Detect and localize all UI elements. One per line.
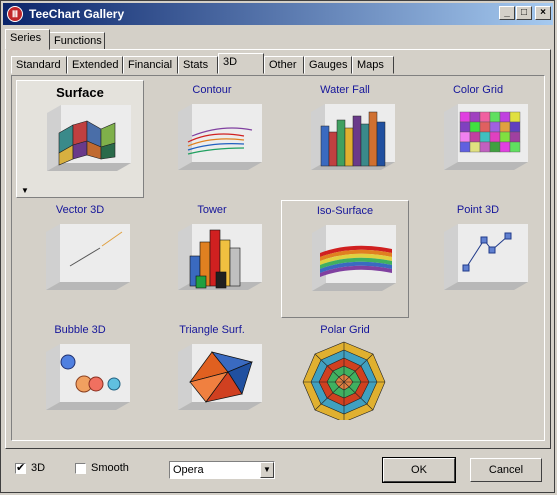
vector-3d-thumbnail bbox=[46, 224, 130, 290]
triangle-down-icon: ▼ bbox=[21, 186, 29, 195]
tab-standard[interactable]: Standard bbox=[11, 56, 67, 74]
gallery-item-polar-grid[interactable]: Polar Grid bbox=[281, 320, 409, 438]
bubble-3d-thumbnail bbox=[46, 344, 130, 410]
theme-select-value: Opera bbox=[173, 464, 204, 476]
gallery-item-label: Bubble 3D bbox=[54, 324, 106, 336]
gallery-item-label: Tower bbox=[197, 204, 227, 216]
tower-thumbnail bbox=[178, 224, 262, 290]
gallery-item-contour[interactable]: Contour bbox=[148, 80, 276, 198]
tab-stats[interactable]: Stats bbox=[178, 56, 218, 74]
gallery-item-color-grid[interactable]: Color Grid bbox=[414, 80, 542, 198]
gallery-item-tower[interactable]: Tower bbox=[148, 200, 276, 318]
gallery-item-iso-surface[interactable]: Iso-Surface bbox=[281, 200, 409, 318]
maximize-button[interactable]: □ bbox=[516, 6, 532, 20]
gallery-item-label: Iso-Surface bbox=[316, 205, 374, 217]
gallery-item-label: Water Fall bbox=[320, 84, 370, 96]
theme-select[interactable]: Opera ▼ bbox=[169, 461, 275, 479]
chevron-down-icon[interactable]: ▼ bbox=[260, 462, 274, 478]
gallery-item-label: Polar Grid bbox=[320, 324, 370, 336]
teechart-gallery-window: Ⅲ TeeChart Gallery _ □ × Series Function… bbox=[0, 0, 555, 493]
polar-grid-thumbnail bbox=[302, 341, 386, 420]
gallery-item-label: Triangle Surf. bbox=[179, 324, 245, 336]
tab-gauges[interactable]: Gauges bbox=[304, 56, 352, 74]
waterfall-thumbnail bbox=[311, 104, 395, 170]
title-bar[interactable]: Ⅲ TeeChart Gallery _ □ × bbox=[3, 3, 553, 25]
triangle-surf-thumbnail bbox=[178, 344, 262, 410]
checkbox-smooth-label: Smooth bbox=[91, 462, 129, 474]
teechart-app-icon: Ⅲ bbox=[7, 6, 23, 22]
tab-maps[interactable]: Maps bbox=[352, 56, 394, 74]
tab-functions[interactable]: Functions bbox=[49, 32, 105, 50]
iso-surface-thumbnail bbox=[312, 225, 396, 291]
checkbox-smooth[interactable] bbox=[75, 463, 86, 474]
gallery-item-triangle-surf[interactable]: Triangle Surf. bbox=[148, 320, 276, 438]
gallery-item-label: Vector 3D bbox=[55, 204, 105, 216]
surface-thumbnail bbox=[47, 105, 131, 171]
gallery-item-point-3d[interactable]: Point 3D bbox=[414, 200, 542, 318]
close-button[interactable]: × bbox=[535, 6, 551, 20]
gallery-item-label: Point 3D bbox=[456, 204, 500, 216]
window-title: TeeChart Gallery bbox=[29, 7, 125, 21]
gallery-item-waterfall[interactable]: Water Fall bbox=[281, 80, 409, 198]
tab-financial[interactable]: Financial bbox=[123, 56, 178, 74]
tab-other[interactable]: Other bbox=[264, 56, 304, 74]
checkbox-3d-label: 3D bbox=[31, 462, 46, 474]
minimize-button[interactable]: _ bbox=[499, 6, 515, 20]
chart-gallery: Surface ▼ Contour Water Fall Color Grid … bbox=[11, 75, 545, 441]
gallery-item-surface[interactable]: Surface ▼ bbox=[16, 80, 144, 198]
gallery-item-label: Surface bbox=[56, 85, 104, 100]
gallery-item-label: Contour bbox=[192, 84, 232, 96]
tab-series[interactable]: Series bbox=[5, 29, 50, 50]
ok-button[interactable]: OK bbox=[382, 457, 456, 483]
gallery-item-vector-3d[interactable]: Vector 3D bbox=[16, 200, 144, 318]
cancel-button[interactable]: Cancel bbox=[470, 458, 542, 482]
tab-3d[interactable]: 3D bbox=[218, 53, 264, 74]
contour-thumbnail bbox=[178, 104, 262, 170]
color-grid-thumbnail bbox=[444, 104, 528, 170]
gallery-item-bubble-3d[interactable]: Bubble 3D bbox=[16, 320, 144, 438]
tab-extended[interactable]: Extended bbox=[67, 56, 123, 74]
checkbox-3d[interactable]: ✔ bbox=[15, 463, 26, 474]
gallery-item-label: Color Grid bbox=[452, 84, 504, 96]
point-3d-thumbnail bbox=[444, 224, 528, 290]
